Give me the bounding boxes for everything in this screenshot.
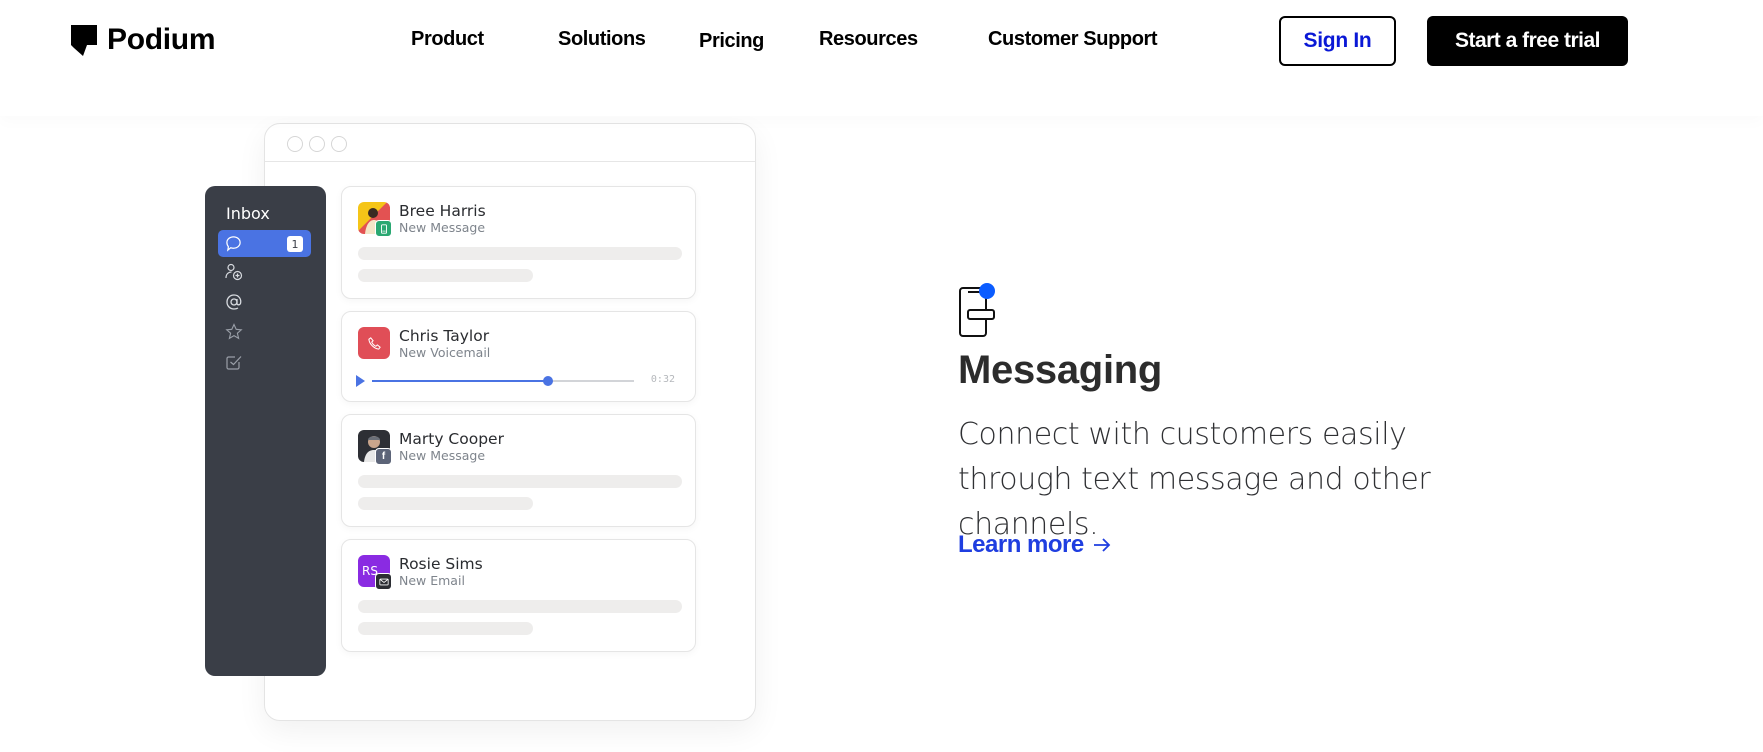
start-free-trial-button[interactable]: Start a free trial [1427,16,1628,66]
play-icon[interactable] [356,375,365,387]
conversation-type: New Email [399,573,465,588]
contact-name: Bree Harris [399,202,486,220]
conversation-card-chris-taylor[interactable]: Chris Taylor New Voicemail 0:32 [341,311,696,402]
checkbox-icon[interactable] [225,353,243,371]
sms-icon [375,220,392,237]
window-dot-icon [287,136,303,152]
voicemail-progress-slider[interactable] [372,376,634,386]
contact-name: Rosie Sims [399,555,483,573]
conversation-card-rosie-sims[interactable]: RS Rosie Sims New Email [341,539,696,652]
window-dot-icon [331,136,347,152]
feature-description: Connect with customers easily through te… [958,417,1431,542]
learn-more-link[interactable]: Learn more [958,531,1112,559]
brand-name: Podium [107,23,216,56]
chat-bubble-icon [226,236,241,252]
message-preview-placeholder [358,600,682,613]
sign-in-button[interactable]: Sign In [1279,16,1396,66]
star-icon[interactable] [225,323,243,341]
sidebar-item-conversations[interactable]: 1 [218,230,311,257]
message-preview-placeholder [358,622,533,635]
learn-more-label: Learn more [958,531,1084,558]
message-preview-placeholder [358,497,533,510]
notification-dot [979,283,995,299]
contact-name: Marty Cooper [399,430,504,448]
conversation-card-bree-harris[interactable]: Bree Harris New Message [341,186,696,299]
nav-resources[interactable]: Resources [819,28,918,51]
at-sign-icon[interactable] [225,293,243,311]
podium-logo-mark-icon [71,24,97,56]
conversation-type: New Voicemail [399,345,491,360]
nav-pricing[interactable]: Pricing [699,30,764,53]
podium-logo[interactable]: Podium [71,23,216,57]
email-icon [375,573,392,590]
voicemail-duration: 0:32 [650,374,675,385]
add-contact-icon[interactable] [225,263,243,281]
arrow-right-icon [1093,538,1110,552]
voicemail-progress-fill [372,380,548,382]
nav-product[interactable]: Product [411,28,484,51]
conversation-type: New Message [399,220,486,235]
unread-count-badge: 1 [287,236,303,252]
inbox-sidebar: Inbox 1 [205,186,326,676]
phone-icon [358,327,390,359]
phone-message-icon [959,283,995,337]
window-title-bar [265,124,755,162]
contact-name: Chris Taylor [399,327,490,345]
nav-solutions[interactable]: Solutions [558,28,646,51]
feature-title: Messaging [958,348,1163,392]
conversation-card-marty-cooper[interactable]: f Marty Cooper New Message [341,414,696,527]
inbox-title: Inbox [226,204,270,223]
message-preview-placeholder [358,247,682,260]
conversation-type: New Message [399,448,486,463]
message-preview-placeholder [358,475,682,488]
message-preview-placeholder [358,269,533,282]
window-dot-icon [309,136,325,152]
facebook-icon: f [375,448,392,465]
voicemail-progress-handle[interactable] [542,376,553,386]
nav-customer-support[interactable]: Customer Support [988,28,1158,51]
top-navigation-bar: Podium Product Solutions Pricing Resourc… [0,0,1763,116]
